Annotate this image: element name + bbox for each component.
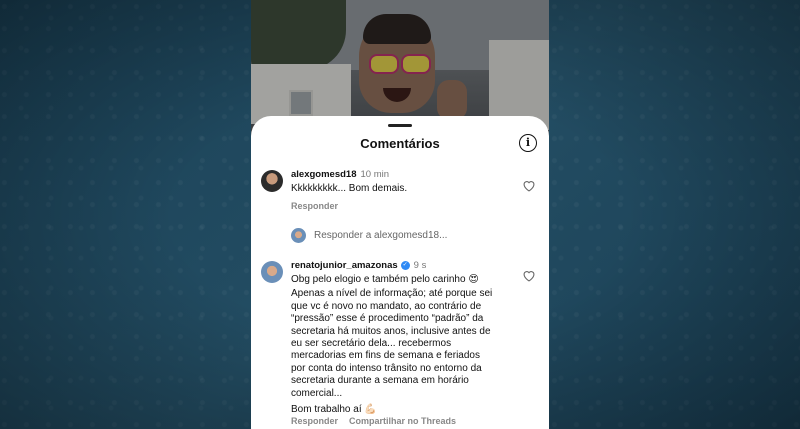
comment-text: Kkkkkkkkk... Bom demais. xyxy=(291,183,408,194)
comments-sheet: Comentários i alexgomesd18 10 min Kkkkkkk… xyxy=(251,116,549,429)
comment-line: Bom trabalho aí 💪🏻 xyxy=(291,404,377,416)
reply-button[interactable]: Responder xyxy=(291,201,338,211)
comment-time: 9 s xyxy=(413,260,427,271)
comment-line: Apenas a nível de informação; até porque… xyxy=(291,288,493,300)
username-text[interactable]: alexgomesd18 xyxy=(291,169,356,180)
phone-screen: Comentários i alexgomesd18 10 min Kkkkkkk… xyxy=(251,0,549,429)
avatar[interactable] xyxy=(261,261,283,283)
comment-line: secretaria durante a semana em horário xyxy=(291,375,469,387)
share-threads-button[interactable]: Compartilhar no Threads xyxy=(349,416,456,426)
comment-line: eu ser secretário dela... recebermos xyxy=(291,338,452,350)
comment-username[interactable]: alexgomesd18 10 min xyxy=(291,169,389,180)
info-icon[interactable]: i xyxy=(519,134,537,152)
comment-line: que vc é novo no mandato, ao contrário d… xyxy=(291,300,482,312)
username-text[interactable]: renatojunior_amazonas xyxy=(291,260,398,271)
avatar xyxy=(291,228,306,243)
avatar[interactable] xyxy=(261,170,283,192)
comment-line: mercadorias em fins de semana e feriados xyxy=(291,350,480,362)
heart-icon[interactable] xyxy=(522,180,536,192)
comment-time: 10 min xyxy=(360,169,389,180)
heart-icon[interactable] xyxy=(522,270,536,282)
comment-line: comercial... xyxy=(291,387,343,399)
comment-line: secretaria há muitos anos, inclusive ant… xyxy=(291,325,491,337)
reply-button[interactable]: Responder xyxy=(291,416,338,426)
comment-line: por conta do intenso trânsito no entorno… xyxy=(291,362,482,374)
comment-line: “pressão” esse é procedimento “padrão” d… xyxy=(291,313,484,325)
comment-line: Obg pelo elogio e também pelo carinho 😍 xyxy=(291,274,479,285)
sheet-title: Comentários xyxy=(360,136,440,151)
sheet-drag-handle[interactable] xyxy=(388,124,412,127)
reply-prompt[interactable]: Responder a alexgomesd18... xyxy=(314,230,447,241)
verified-badge-icon: ✓ xyxy=(400,260,410,270)
comment-username[interactable]: renatojunior_amazonas ✓ 9 s xyxy=(291,260,426,271)
comment-text: Obg pelo elogio e também pelo carinho 😍 … xyxy=(291,274,516,416)
